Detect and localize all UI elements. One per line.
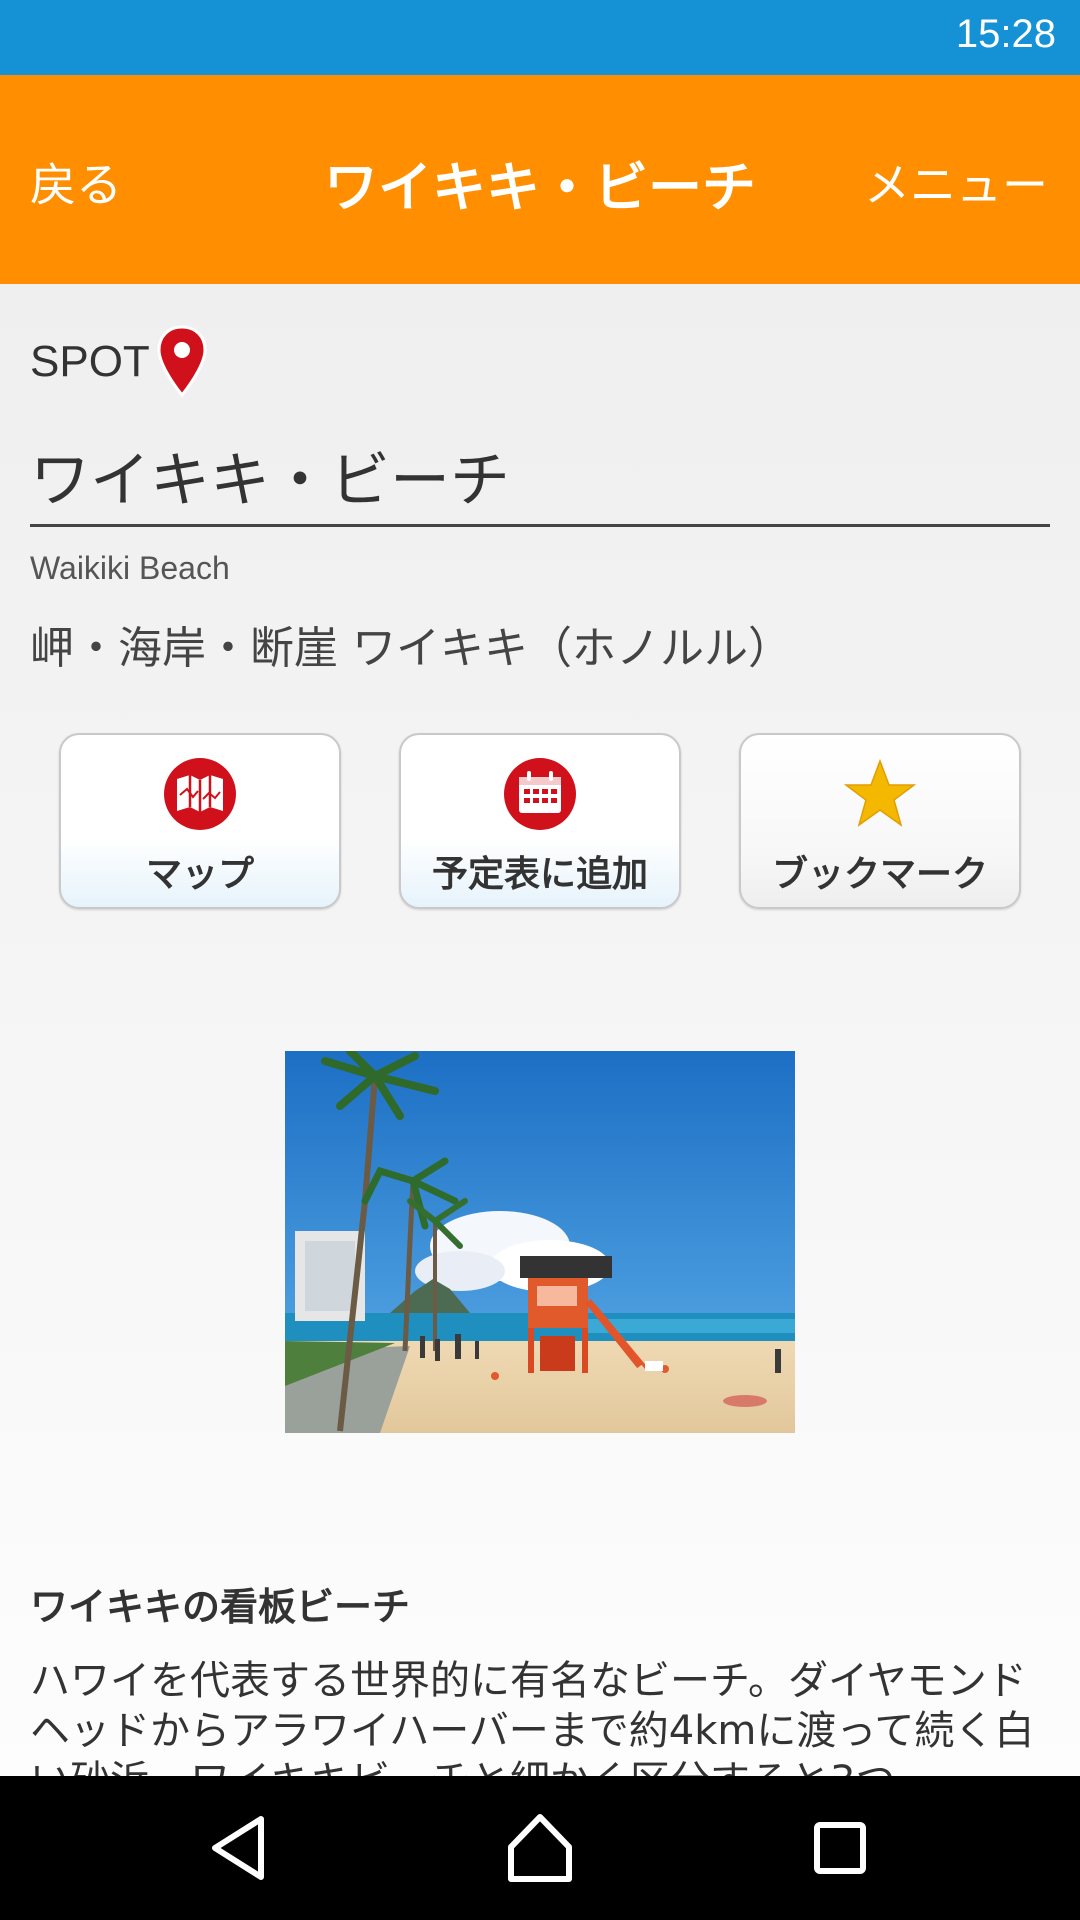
app-bar: 戻る ワイキキ・ビーチ メニュー: [0, 75, 1080, 284]
spot-name-english: Waikiki Beach: [30, 550, 230, 586]
spot-category-area: 岬・海岸・断崖 ワイキキ（ホノルル）: [30, 623, 792, 674]
map-pin-icon: [157, 325, 207, 398]
home-icon[interactable]: [495, 1803, 585, 1893]
star-icon: [843, 758, 917, 827]
spot-name: ワイキキ・ビーチ: [30, 446, 510, 516]
add-to-schedule-button[interactable]: 予定表に追加: [399, 733, 681, 909]
bookmark-button-label: ブックマーク: [771, 854, 988, 895]
spot-section-header: SPOT: [30, 322, 210, 402]
description-heading: ワイキキの看板ビーチ: [30, 1585, 411, 1629]
folded-map-icon: [164, 758, 236, 830]
spot-photo: [285, 1051, 795, 1433]
map-button[interactable]: マップ: [59, 733, 341, 909]
spot-section-label: SPOT: [30, 337, 150, 386]
navigation-bar: [0, 1776, 1080, 1920]
calendar-icon: [504, 758, 576, 830]
status-bar: 15:28: [0, 0, 1080, 75]
map-button-label: マップ: [145, 854, 254, 895]
bookmark-button[interactable]: ブックマーク: [739, 733, 1021, 909]
description-body: ハワイを代表する世界的に有名なビーチ。ダイヤモンドヘッドからアラワイハーバーまで…: [30, 1658, 1035, 1776]
add-to-schedule-label: 予定表に追加: [431, 854, 648, 895]
status-time: 15:28: [955, 12, 1056, 56]
divider: [30, 524, 1050, 527]
menu-button[interactable]: メニュー: [864, 149, 1048, 215]
spot-detail-content[interactable]: SPOT ワイキキ・ビーチ Waikiki Beach 岬・海岸・断崖 ワイキキ…: [0, 284, 1080, 1776]
triangle-back-icon[interactable]: [195, 1803, 285, 1893]
square-recents-icon[interactable]: [795, 1803, 885, 1893]
